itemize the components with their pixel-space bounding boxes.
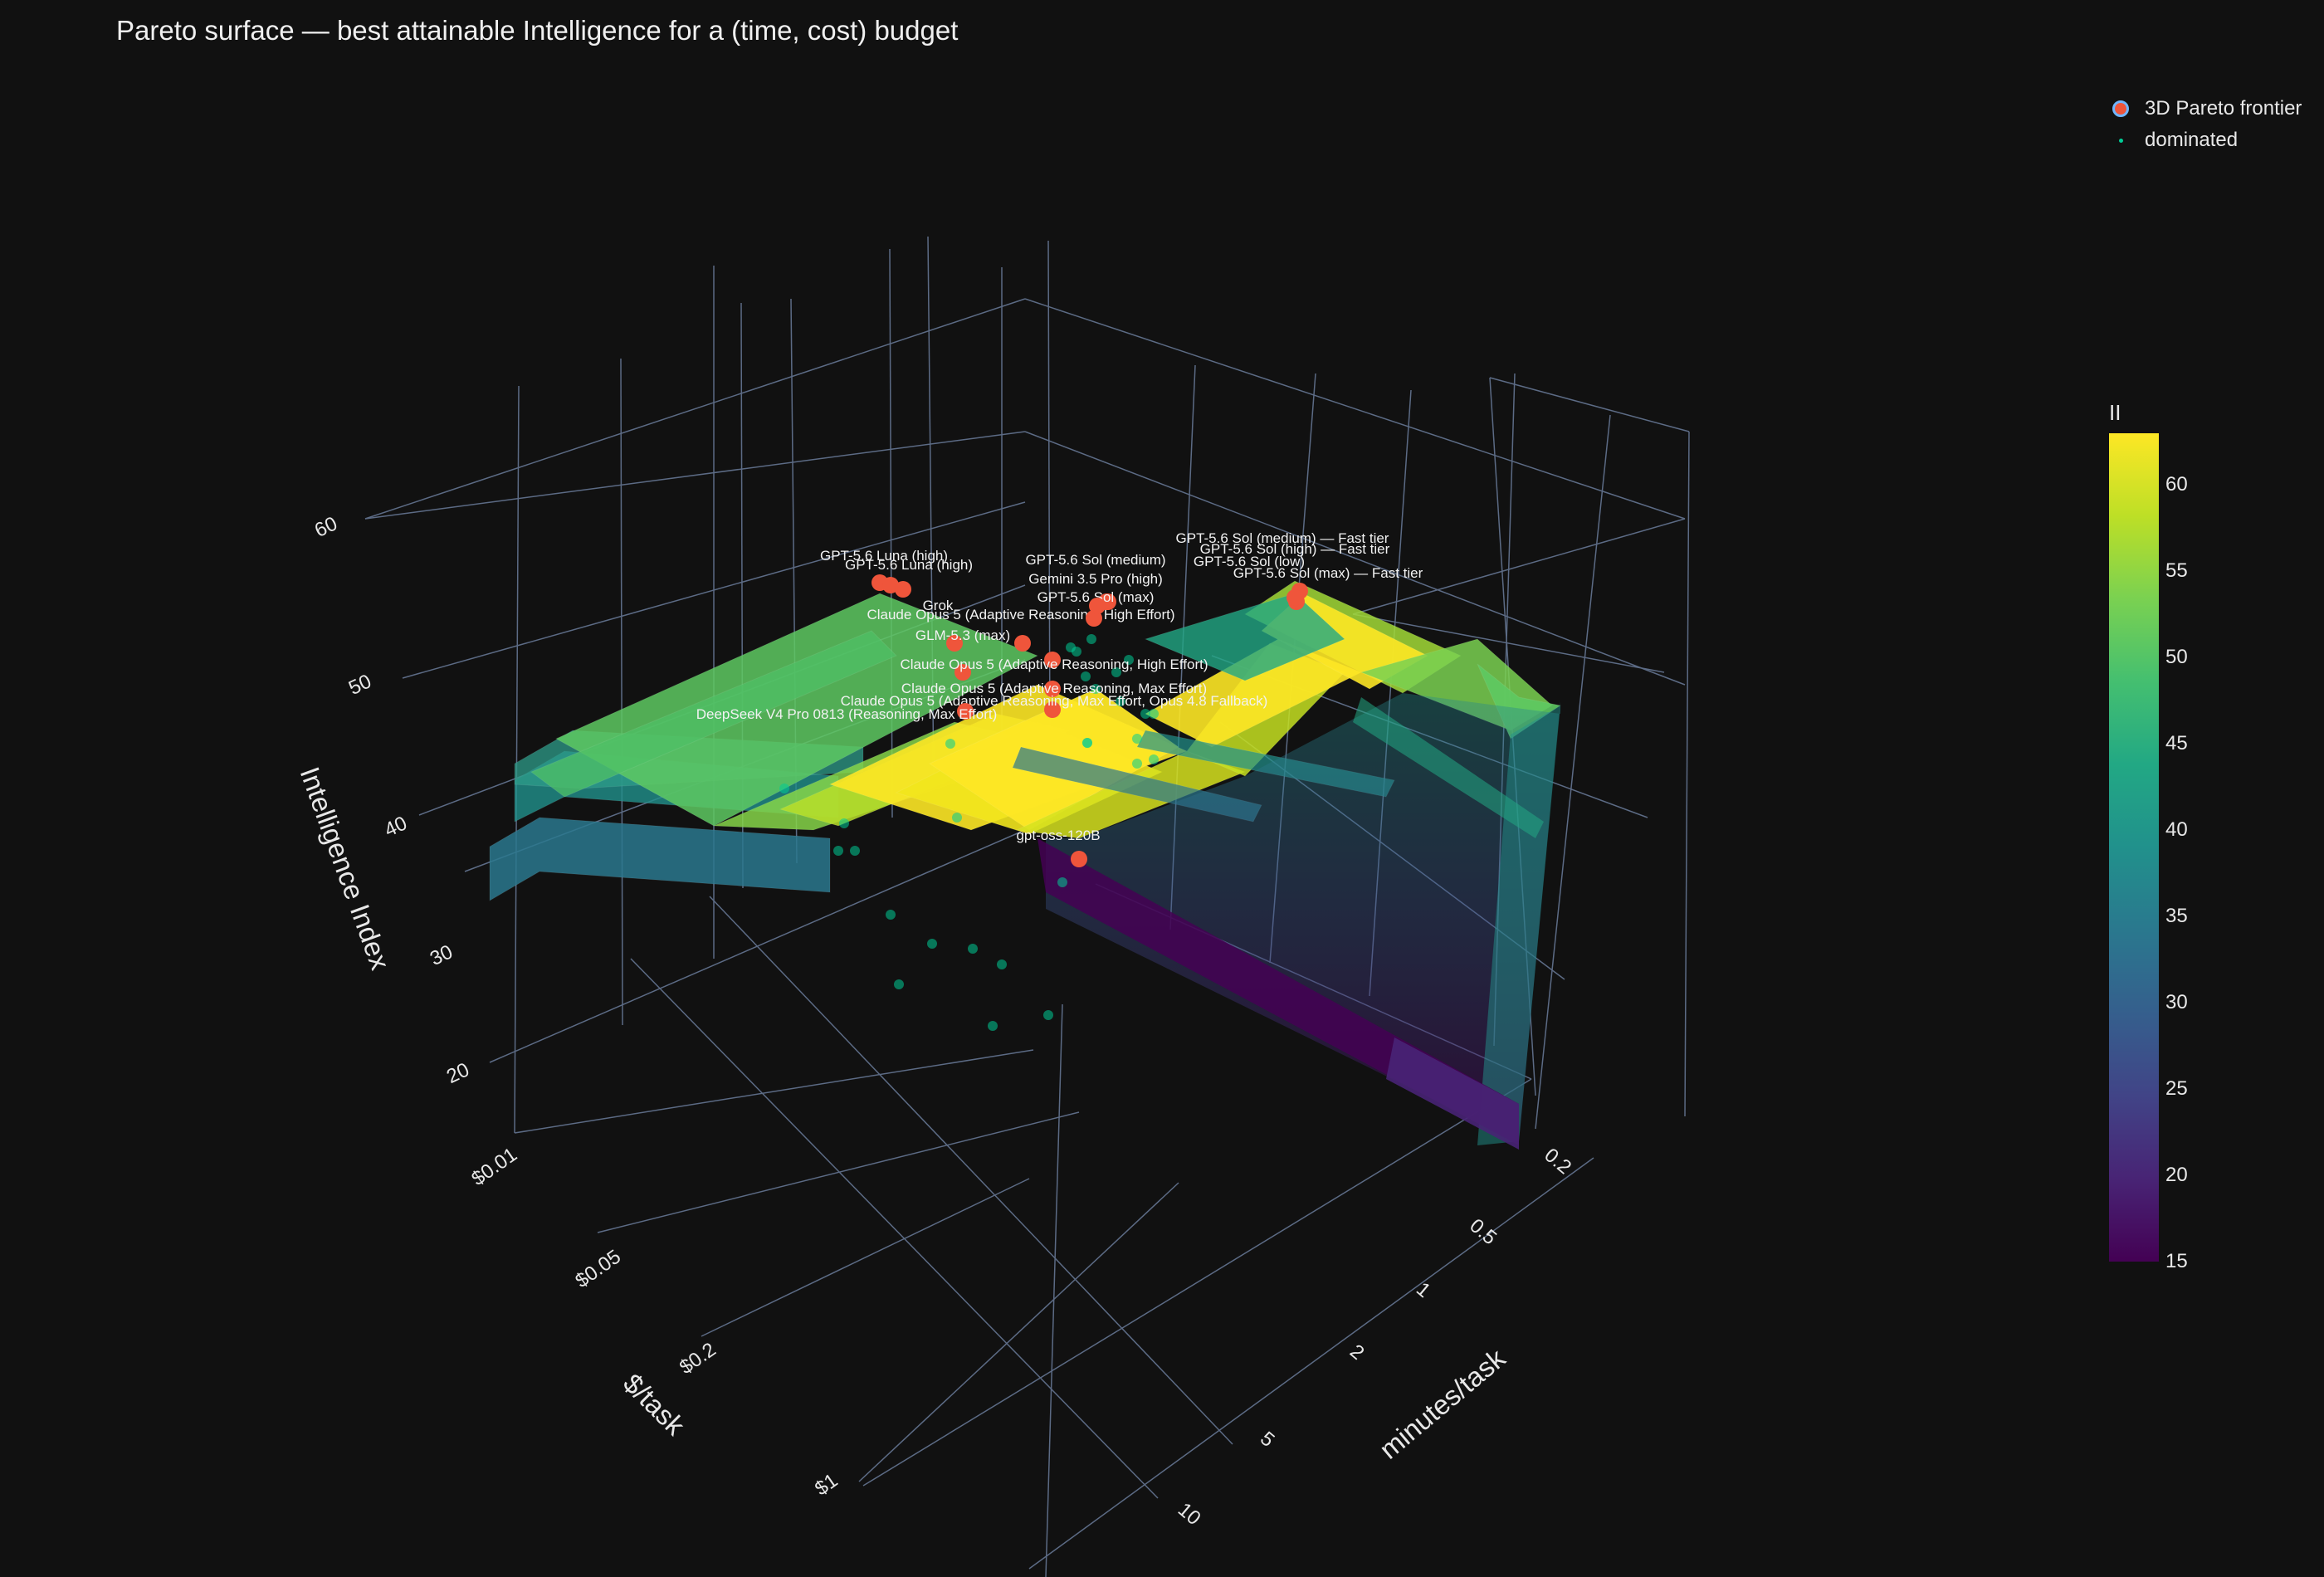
dominated-point[interactable] xyxy=(1132,759,1142,769)
grid-line xyxy=(630,958,1159,1499)
z-tick-label: 60 xyxy=(311,512,341,542)
colorbar-tick: 35 xyxy=(2165,905,2188,928)
frontier-point-label: Gemini 3.5 Pro (high) xyxy=(1028,571,1163,587)
grid-line xyxy=(620,358,623,1026)
time-axis-title: minutes/task xyxy=(1374,1342,1511,1465)
dominated-point[interactable] xyxy=(886,910,896,920)
colorbar-tick: 40 xyxy=(2165,818,2188,842)
frontier-point-label: GPT-5.6 Sol (low) xyxy=(1194,554,1305,569)
legend-item-frontier[interactable]: 3D Pareto frontier xyxy=(2108,93,2302,124)
grid-line xyxy=(858,1182,1179,1482)
cost-tick-label: $0.01 xyxy=(467,1144,521,1191)
time-tick-label: 0.2 xyxy=(1540,1144,1575,1179)
z-tick-label: 30 xyxy=(427,940,456,970)
frontier-point-label: DeepSeek V4 Pro 0813 (Reasoning, Max Eff… xyxy=(696,706,998,722)
frontier-point-label: Claude Opus 5 (Adaptive Reasoning, High … xyxy=(900,657,1208,672)
frontier-point-label: GPT-5.6 Sol (medium) xyxy=(1025,552,1165,568)
grid-line xyxy=(701,1178,1030,1337)
dominated-point[interactable] xyxy=(833,846,843,856)
colorbar-tick: 45 xyxy=(2165,732,2188,755)
dominated-point[interactable] xyxy=(1043,1010,1053,1020)
frontier-point-label: gpt-oss-120B xyxy=(1016,828,1100,843)
dominated-point[interactable] xyxy=(1057,877,1067,887)
dominated-point[interactable] xyxy=(997,959,1007,969)
grid-line xyxy=(1024,298,1686,520)
dominated-point[interactable] xyxy=(839,818,849,828)
dominated-point[interactable] xyxy=(988,1021,998,1031)
dominated-point[interactable] xyxy=(927,939,937,949)
z-tick-label: 40 xyxy=(381,812,411,842)
grid-line xyxy=(1489,377,1690,432)
dominated-point[interactable] xyxy=(850,846,860,856)
colorbar-title: II xyxy=(2109,400,2121,425)
dominated-point[interactable] xyxy=(1149,709,1159,719)
colorbar-tick: 60 xyxy=(2165,473,2188,496)
frontier-point[interactable] xyxy=(1286,589,1303,606)
frontier-point[interactable] xyxy=(1089,598,1106,614)
colorbar-tick: 55 xyxy=(2165,559,2188,583)
grid-line xyxy=(709,896,1233,1445)
z-tick-label: 20 xyxy=(443,1058,473,1088)
time-tick-label: 2 xyxy=(1345,1340,1369,1365)
legend-label: dominated xyxy=(2145,129,2239,151)
cost-tick-label: $0.05 xyxy=(571,1246,625,1293)
dominated-point[interactable] xyxy=(894,979,904,989)
cost-axis-title: $/task xyxy=(618,1368,691,1442)
dominated-point[interactable] xyxy=(1086,634,1096,644)
grid-line xyxy=(1047,240,1051,752)
frontier-point[interactable] xyxy=(1014,635,1031,652)
surface-facet xyxy=(489,817,831,901)
dominated-point[interactable] xyxy=(1066,642,1076,652)
colorbar-tick: 15 xyxy=(2165,1250,2188,1272)
dominated-point[interactable] xyxy=(945,739,955,749)
z-tick-label: 50 xyxy=(345,670,375,700)
time-tick-label: 0.5 xyxy=(1465,1214,1501,1249)
grid-line xyxy=(1684,431,1690,1117)
frontier-point-label: Claude Opus 5 (Adaptive Reasoning, High … xyxy=(867,607,1174,622)
time-tick-label: 1 xyxy=(1412,1278,1435,1302)
grid-line xyxy=(1028,1157,1594,1570)
dominated-point[interactable] xyxy=(1132,734,1142,744)
cost-tick-label: $0.2 xyxy=(676,1338,720,1379)
cost-tick-label: $1 xyxy=(811,1469,842,1500)
colorbar-tick: 50 xyxy=(2165,646,2188,669)
legend-item-dominated[interactable]: dominated xyxy=(2108,124,2302,156)
plot-area[interactable]: GPT-5.6 Luna (high)GPT-5.6 Luna (high)Gr… xyxy=(0,0,2092,1577)
grid-line xyxy=(597,1111,1080,1233)
time-tick-label: 10 xyxy=(1174,1498,1205,1530)
z-axis-title: Intelligence Index xyxy=(294,763,396,974)
grid-line xyxy=(1045,1003,1063,1577)
time-tick-label: 5 xyxy=(1256,1428,1279,1452)
dominated-marker-icon xyxy=(2118,138,2123,143)
frontier-point[interactable] xyxy=(1071,851,1087,867)
dominated-point[interactable] xyxy=(1082,738,1092,748)
colorbar-tick: 30 xyxy=(2165,991,2188,1014)
legend: 3D Pareto frontier dominated xyxy=(2108,93,2302,156)
dominated-point[interactable] xyxy=(779,784,789,793)
grid-line xyxy=(514,1049,1034,1134)
frontier-marker-icon xyxy=(2112,100,2129,117)
legend-label: 3D Pareto frontier xyxy=(2145,97,2302,120)
grid-line xyxy=(364,431,1026,520)
dominated-point[interactable] xyxy=(1149,754,1159,764)
dominated-point[interactable] xyxy=(968,944,978,954)
colorbar xyxy=(2109,433,2159,1262)
frontier-point[interactable] xyxy=(895,581,911,598)
grid-line xyxy=(364,298,1026,520)
dominated-point[interactable] xyxy=(952,813,962,823)
colorbar-tick: 20 xyxy=(2165,1164,2188,1187)
colorbar-tick: 25 xyxy=(2165,1077,2188,1101)
frontier-point-label: GLM-5.3 (max) xyxy=(915,627,1010,643)
frontier-point-label: GPT-5.6 Luna (high) xyxy=(845,557,973,573)
